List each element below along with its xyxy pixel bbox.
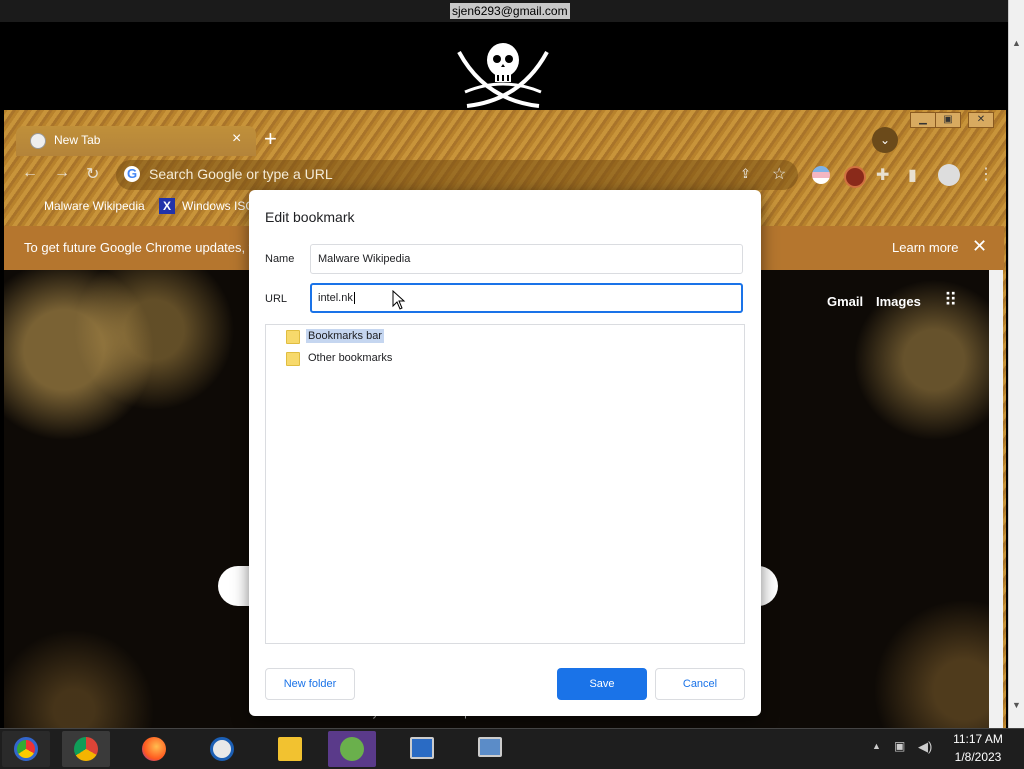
infobar-text: To get future Google Chrome updates, yo <box>24 240 263 255</box>
extension-avatar-icon[interactable] <box>844 166 866 188</box>
tab-close-icon[interactable]: × <box>232 130 241 148</box>
folder-icon <box>286 330 300 344</box>
people-icon[interactable] <box>328 731 376 767</box>
edit-bookmark-dialog: Edit bookmark Name Malware Wikipedia URL… <box>249 190 761 716</box>
window-icon[interactable] <box>466 731 514 767</box>
name-label: Name <box>265 253 295 265</box>
gmail-link[interactable]: Gmail <box>827 294 863 309</box>
omnibox-placeholder[interactable]: Search Google or type a URL <box>149 166 333 182</box>
chrome-icon[interactable] <box>62 731 110 767</box>
profile-icon[interactable] <box>938 164 960 186</box>
volume-icon[interactable]: ◀) <box>918 739 932 755</box>
cancel-button[interactable]: Cancel <box>655 668 745 700</box>
learn-more-link[interactable]: Learn more <box>892 240 958 255</box>
opera-icon[interactable] <box>198 731 246 767</box>
bookmark-star-icon[interactable]: ☆ <box>772 164 786 184</box>
account-email: sjen6293@gmail.com <box>450 3 570 19</box>
infobar-close-icon[interactable]: ✕ <box>972 236 987 257</box>
clock-date[interactable]: 1/8/2023 <box>948 750 1008 764</box>
desktop-scrollbar[interactable]: ▲ ▼ <box>1008 0 1024 728</box>
new-tab-icon[interactable]: + <box>264 127 277 151</box>
text-caret <box>353 292 355 304</box>
toolbar: ← → ↻ G Search Google or type a URL ⇪ ☆ … <box>4 156 1006 194</box>
tab-new-tab[interactable]: New Tab × <box>16 126 256 156</box>
page-scrollbar[interactable] <box>989 270 1003 728</box>
folder-label: Bookmarks bar <box>306 329 384 343</box>
tab-strip: New Tab × + ⌄ ▁ ▣ ✕ <box>4 110 1006 156</box>
firefox-icon[interactable] <box>130 731 178 767</box>
tab-title: New Tab <box>54 133 101 147</box>
scroll-down-icon[interactable]: ▼ <box>1012 700 1021 710</box>
mouse-cursor-icon <box>392 290 406 310</box>
menu-kebab-icon[interactable]: ⋮ <box>978 164 994 184</box>
omnibox[interactable]: G Search Google or type a URL ⇪ ☆ <box>116 160 798 190</box>
back-arrow-icon[interactable]: ← <box>22 164 38 182</box>
dialog-title: Edit bookmark <box>265 209 355 225</box>
url-value: intel.nk <box>318 292 353 304</box>
folder-label: Other bookmarks <box>308 352 393 364</box>
clock-time[interactable]: 11:17 AM <box>948 732 1008 746</box>
monitor-icon[interactable] <box>398 731 446 767</box>
url-field[interactable]: intel.nk <box>310 283 743 313</box>
side-panel-icon[interactable]: ▮ <box>908 165 917 185</box>
maximize-button[interactable]: ▣ <box>935 112 961 128</box>
minimize-button[interactable]: ▁ <box>910 112 936 128</box>
url-label: URL <box>265 293 288 305</box>
share-icon[interactable]: ⇪ <box>740 166 751 182</box>
bookmark-windows-iso[interactable]: Windows ISO <box>182 199 255 213</box>
network-icon[interactable]: ▣ <box>894 739 905 753</box>
new-folder-button[interactable]: New folder <box>265 668 355 700</box>
name-field[interactable]: Malware Wikipedia <box>310 244 743 274</box>
windows-iso-favicon-icon: X <box>159 198 175 214</box>
google-icon: G <box>124 166 140 182</box>
extensions-puzzle-icon[interactable]: ✚ <box>876 165 889 185</box>
window-close-button[interactable]: ✕ <box>968 112 994 128</box>
jolly-roger-logo <box>457 43 549 108</box>
save-button[interactable]: Save <box>557 668 647 700</box>
scroll-up-icon[interactable]: ▲ <box>1012 38 1021 48</box>
tab-search-chevron-icon[interactable]: ⌄ <box>872 127 898 153</box>
reload-icon[interactable]: ↻ <box>86 164 99 184</box>
chrome-old-icon[interactable] <box>2 731 50 767</box>
chrome-tab-icon <box>30 133 46 149</box>
bookmark-malware-wikipedia[interactable]: Malware Wikipedia <box>44 199 145 213</box>
images-link[interactable]: Images <box>876 294 921 309</box>
taskbar <box>0 728 1024 769</box>
folder-tree[interactable]: Bookmarks bar Other bookmarks <box>265 324 745 644</box>
tray-expand-icon[interactable]: ▲ <box>872 741 881 751</box>
file-explorer-icon[interactable] <box>266 731 314 767</box>
forward-arrow-icon[interactable]: → <box>54 164 70 182</box>
apps-grid-icon[interactable]: ⠿ <box>944 290 957 311</box>
folder-icon <box>286 352 300 366</box>
extension-flag-icon[interactable] <box>812 166 830 184</box>
